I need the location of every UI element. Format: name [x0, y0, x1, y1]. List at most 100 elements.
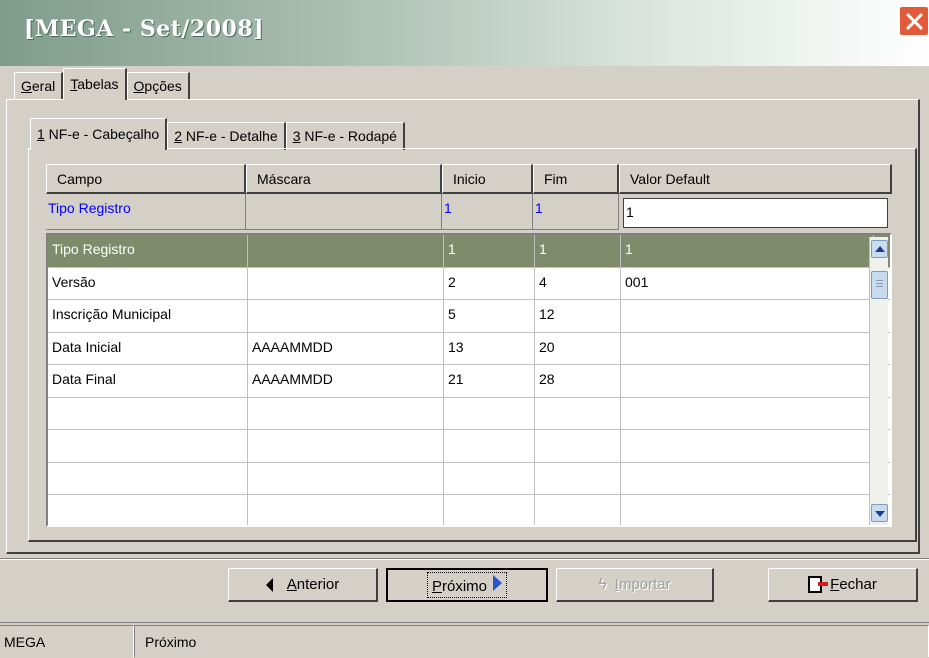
table-row[interactable]	[48, 462, 890, 495]
cell-inicio[interactable]	[444, 462, 535, 494]
column-header-valor-default[interactable]: Valor Default	[619, 164, 892, 194]
tab-nfe-cabecalho[interactable]: 1 NF-e - Cabeçalho	[30, 118, 168, 150]
grid-header: Campo Máscara Inicio Fim Valor Default	[46, 164, 892, 194]
importar-label: mportar	[618, 576, 671, 593]
chevron-down-icon	[875, 511, 885, 517]
column-header-mascara[interactable]: Máscara	[246, 164, 442, 194]
cell-inicio[interactable]	[444, 495, 535, 525]
cell-fim[interactable]: 1	[535, 235, 621, 267]
cell-fim[interactable]	[535, 495, 621, 525]
tab-nfe-rodape[interactable]: 3 NF-e - Rodapé	[285, 122, 405, 150]
tab-geral[interactable]: Geral	[14, 72, 64, 100]
table-row[interactable]	[48, 430, 890, 463]
cell-mascara[interactable]	[248, 430, 444, 462]
cell-valor-default[interactable]	[621, 397, 874, 429]
cell-fim[interactable]	[535, 462, 621, 494]
table-row[interactable]	[48, 495, 890, 525]
cell-mascara[interactable]	[248, 235, 444, 267]
scroll-down-button[interactable]	[871, 504, 888, 522]
proximo-hotkey: P	[431, 578, 442, 595]
cell-mascara[interactable]	[248, 300, 444, 332]
cell-mascara[interactable]: AAAAMMDD	[248, 365, 444, 397]
cell-valor-default[interactable]	[621, 430, 874, 462]
cell-inicio[interactable]: 5	[444, 300, 535, 332]
proximo-button[interactable]: Próximo	[386, 568, 548, 602]
cell-fim[interactable]: 20	[535, 332, 621, 364]
cell-inicio[interactable]	[444, 397, 535, 429]
cell-mascara[interactable]	[248, 397, 444, 429]
close-icon[interactable]	[899, 6, 929, 36]
tab-opcoes[interactable]: Opções	[126, 72, 190, 100]
table-row[interactable]: Data Inicial AAAAMMDD 13 20	[48, 332, 890, 365]
valor-default-input[interactable]: 1	[623, 198, 888, 228]
cell-fim[interactable]: 28	[535, 365, 621, 397]
column-header-campo[interactable]: Campo	[46, 164, 246, 194]
cell-valor-default[interactable]	[621, 300, 874, 332]
cell-valor-default[interactable]	[621, 332, 874, 364]
column-header-inicio[interactable]: Inicio	[442, 164, 533, 194]
tab-geral-label: eral	[31, 78, 56, 94]
tab-nfe-rodape-label: NF-e - Rodapé	[300, 128, 397, 144]
column-header-fim[interactable]: Fim	[533, 164, 619, 194]
chevron-up-icon	[875, 246, 885, 252]
cell-campo[interactable]: Versão	[48, 267, 248, 299]
vertical-scrollbar[interactable]	[869, 237, 888, 525]
cell-fim[interactable]: 4	[535, 267, 621, 299]
cell-campo[interactable]	[48, 462, 248, 494]
exit-door-icon	[808, 576, 829, 593]
title-bar[interactable]: [MEGA - Set/2008]	[0, 0, 929, 66]
cell-campo[interactable]: Inscrição Municipal	[48, 300, 248, 332]
anterior-hotkey: A	[286, 576, 297, 593]
filter-campo: Tipo Registro	[46, 194, 246, 230]
importar-button[interactable]: ϟ Importar	[556, 568, 714, 602]
cell-mascara[interactable]	[248, 495, 444, 525]
cell-mascara[interactable]: AAAAMMDD	[248, 332, 444, 364]
cell-valor-default[interactable]: 001	[621, 267, 874, 299]
table-row[interactable]: Inscrição Municipal 5 12	[48, 300, 890, 333]
window-title: [MEGA - Set/2008]	[24, 16, 265, 42]
cell-inicio[interactable]: 21	[444, 365, 535, 397]
tab-tabelas-label: abelas	[77, 76, 119, 92]
cell-mascara[interactable]	[248, 462, 444, 494]
grid-rows: Tipo Registro 1 1 1 Versão 2 4 001 Inscrição Mun…	[48, 235, 890, 525]
fechar-label: echar	[839, 576, 877, 593]
table-row[interactable]: Tipo Registro 1 1 1	[48, 235, 890, 268]
cell-campo[interactable]	[48, 397, 248, 429]
cell-valor-default[interactable]: 1	[621, 235, 874, 267]
cell-campo[interactable]: Data Final	[48, 365, 248, 397]
cell-campo[interactable]	[48, 495, 248, 525]
table-row[interactable]	[48, 397, 890, 430]
arrow-left-icon	[265, 577, 273, 592]
cell-mascara[interactable]	[248, 267, 444, 299]
tab-opcoes-hotkey: O	[133, 78, 145, 94]
cell-campo[interactable]: Data Inicial	[48, 332, 248, 364]
anterior-button[interactable]: Anterior	[228, 568, 378, 602]
cell-fim[interactable]	[535, 430, 621, 462]
tab-nfe-detalhe[interactable]: 2 NF-e - Detalhe	[167, 122, 286, 150]
filter-row: Tipo Registro 1 1 1	[46, 194, 892, 230]
fechar-button[interactable]: Fechar	[768, 568, 918, 602]
cell-valor-default[interactable]	[621, 495, 874, 525]
tab-nfe-detalhe-hotkey: 2	[174, 128, 182, 144]
proximo-label-wrap: Próximo	[426, 572, 508, 598]
cell-campo[interactable]	[48, 430, 248, 462]
cell-inicio[interactable]: 13	[444, 332, 535, 364]
cell-inicio[interactable]	[444, 430, 535, 462]
tab-tabelas[interactable]: Tabelas	[63, 68, 127, 100]
table-row[interactable]: Data Final AAAAMMDD 21 28	[48, 365, 890, 398]
status-panel-hint: Próximo	[134, 625, 929, 657]
table-row[interactable]: Versão 2 4 001	[48, 267, 890, 300]
proximo-label: róximo	[442, 578, 488, 595]
filter-mascara	[246, 194, 442, 230]
cell-valor-default[interactable]	[621, 365, 874, 397]
cell-inicio[interactable]: 1	[444, 235, 535, 267]
scroll-thumb[interactable]	[871, 271, 888, 299]
cell-valor-default[interactable]	[621, 462, 874, 494]
scroll-up-button[interactable]	[871, 240, 888, 258]
cell-inicio[interactable]: 2	[444, 267, 535, 299]
cell-fim[interactable]: 12	[535, 300, 621, 332]
tab-nfe-cabecalho-hotkey: 1	[37, 126, 45, 142]
cell-campo[interactable]: Tipo Registro	[48, 235, 248, 267]
cell-fim[interactable]	[535, 397, 621, 429]
status-panel-app: MEGA	[0, 625, 134, 657]
